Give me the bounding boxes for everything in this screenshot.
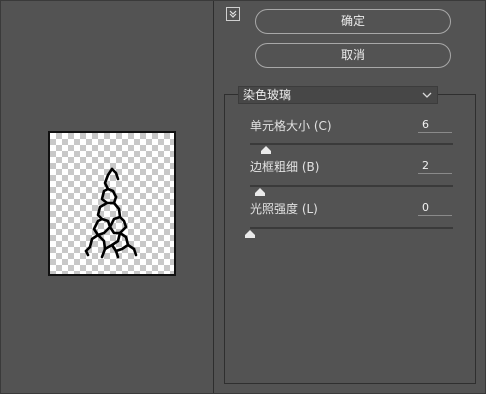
cancel-button[interactable]: 取消 [255,43,451,68]
preview-canvas[interactable] [48,131,176,276]
light-intensity-slider-thumb[interactable] [245,223,255,238]
light-intensity-label: 光照强度 (L) [250,202,318,216]
cell-size-slider-track[interactable] [250,143,453,145]
border-thickness-slider-track[interactable] [250,185,453,187]
light-intensity-input[interactable]: 0 [418,200,452,216]
filter-settings-group [224,94,476,384]
preview-pane[interactable] [1,1,214,393]
light-intensity-slider-track[interactable] [250,227,453,229]
filter-select[interactable]: 染色玻璃 [238,86,438,104]
border-thickness-input[interactable]: 2 [418,158,452,174]
collapse-toggle-icon[interactable] [226,7,240,21]
stained-glass-preview-image [84,167,138,259]
filter-select-value: 染色玻璃 [243,88,292,102]
cell-size-label: 单元格大小 (C) [250,119,332,133]
border-thickness-slider-thumb[interactable] [255,181,266,196]
cell-size-input[interactable]: 6 [418,117,452,133]
chevron-down-icon [421,87,433,103]
cell-size-slider-thumb[interactable] [261,139,272,154]
border-thickness-label: 边框粗细 (B) [250,160,320,174]
ok-button[interactable]: 确定 [255,9,451,34]
